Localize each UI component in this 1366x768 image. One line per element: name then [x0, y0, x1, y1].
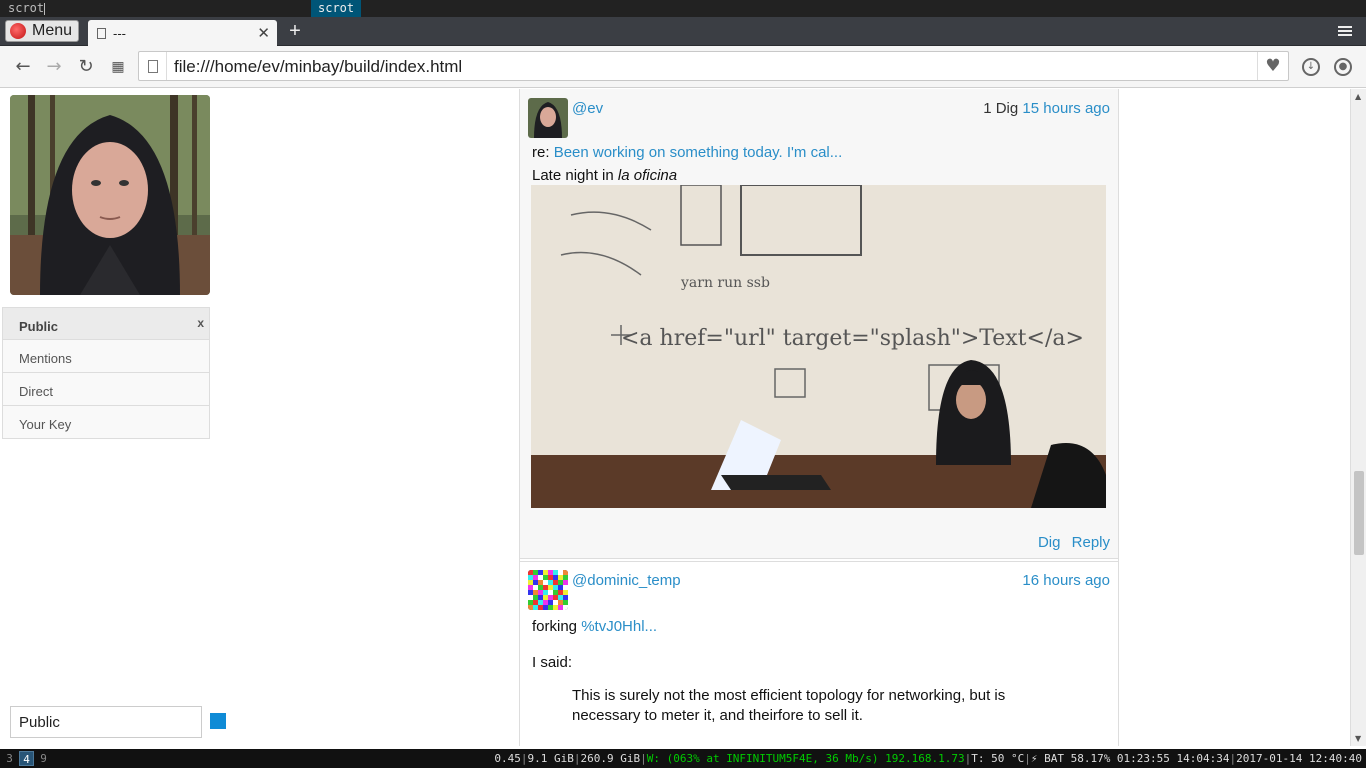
tab-close-icon[interactable]: ✕ — [257, 24, 270, 42]
status-text: 0.45|9.1 GiB|260.9 GiB|W: (063% at INFIN… — [494, 752, 1362, 765]
sidebar-item-public[interactable]: Public x — [2, 307, 210, 340]
reload-icon[interactable]: ↻ — [75, 56, 97, 78]
page-icon — [148, 60, 158, 73]
post-image[interactable]: <a href="url" target="splash">Text</a> y… — [531, 185, 1106, 508]
sidebar-item-label: Direct — [19, 384, 53, 399]
close-channel-icon[interactable]: x — [197, 316, 204, 330]
page-viewport: Public x Mentions Direct Your Key @ev — [0, 89, 1350, 746]
disk: 260.9 GiB — [580, 752, 641, 765]
post: @dominic_temp 16 hours ago forking %tvJ0… — [520, 561, 1118, 746]
post-timestamp[interactable]: 16 hours ago — [1022, 572, 1110, 589]
dmenu-bar: scrot scrot — [0, 0, 1366, 17]
workspace-button-active[interactable]: 4 — [19, 751, 34, 766]
document-icon — [97, 27, 106, 39]
dmenu-match-item[interactable]: scrot — [311, 0, 362, 17]
reply-button[interactable]: Reply — [1072, 534, 1110, 551]
url-text[interactable]: file:///home/ev/minbay/build/index.html — [174, 57, 462, 77]
dig-count: 1 Dig — [983, 100, 1019, 117]
temperature: T: 50 °C — [971, 752, 1025, 765]
post-text: forking %tvJ0Hhl... — [532, 618, 657, 635]
said-label: I said: — [532, 654, 573, 671]
workspace-button[interactable]: 3 — [2, 751, 17, 766]
opera-logo-icon — [10, 23, 26, 39]
channel-input[interactable] — [10, 706, 202, 738]
scroll-down-icon[interactable]: ▼ — [1355, 734, 1361, 743]
tab-menu-icon[interactable] — [1338, 26, 1352, 38]
forward-icon[interactable]: → — [43, 56, 65, 78]
reply-link[interactable]: Been working on something today. I'm cal… — [554, 144, 843, 161]
page-scrollbar[interactable]: ▲ ▼ — [1350, 89, 1366, 746]
wifi-status: W: (063% at INFINITUM5F4E, 36 Mb/s) 192.… — [646, 752, 965, 765]
post-actions: Dig Reply — [1031, 534, 1110, 551]
status-bar: 3 4 9 0.45|9.1 GiB|260.9 GiB|W: (063% at… — [0, 749, 1366, 768]
battery: ⚡ BAT 58.17% 01:23:55 14:04:34 — [1030, 752, 1230, 765]
tab-strip: Menu --- ✕ + — [0, 17, 1366, 46]
bookmark-heart-icon[interactable]: ♥ — [1257, 52, 1288, 80]
sidebar-nav: Public x Mentions Direct Your Key — [2, 307, 210, 439]
post-text-prefix: forking — [532, 618, 582, 635]
svg-text:<a href="url" target="splash">: <a href="url" target="splash">Text</a> — [621, 326, 1084, 351]
post-text-main: Late night in — [532, 167, 618, 184]
sidebar-item-label: Mentions — [19, 351, 72, 366]
sidebar-item-label: Public — [19, 319, 59, 334]
dig-button[interactable]: Dig — [1038, 534, 1061, 551]
account-icon[interactable]: ● — [1334, 58, 1352, 76]
workspace-button[interactable]: 9 — [36, 751, 51, 766]
navigation-bar: ← → ↻ ▦ file:///home/ev/minbay/build/ind… — [0, 46, 1366, 88]
browser-tab[interactable]: --- ✕ — [88, 20, 277, 46]
post-text-italic: la oficina — [617, 167, 678, 184]
speed-dial-icon[interactable]: ▦ — [107, 56, 129, 78]
post: @ev 1 Dig 15 hours ago re: Been working … — [520, 89, 1118, 559]
menu-label: Menu — [32, 22, 73, 39]
post-meta: 16 hours ago — [1022, 572, 1110, 589]
browser-menu-button[interactable]: Menu — [5, 20, 79, 42]
scroll-thumb[interactable] — [1354, 471, 1364, 555]
load-average: 0.45 — [494, 752, 521, 765]
reply-prefix: re: — [532, 144, 550, 161]
author-avatar[interactable] — [528, 98, 568, 138]
svg-text:yarn run ssb: yarn run ssb — [680, 275, 770, 291]
sidebar-item-label: Your Key — [19, 417, 72, 432]
reply-context: re: Been working on something today. I'm… — [532, 144, 842, 161]
post-text: Late night in la oficina — [532, 167, 677, 184]
post-author[interactable]: @dominic_temp — [572, 572, 681, 589]
download-icon[interactable]: ↓ — [1302, 58, 1320, 76]
new-tab-button[interactable]: + — [286, 20, 304, 42]
message-feed: @ev 1 Dig 15 hours ago re: Been working … — [519, 89, 1119, 746]
tab-title: --- — [113, 25, 126, 41]
address-bar[interactable]: file:///home/ev/minbay/build/index.html … — [138, 51, 1289, 81]
fork-link[interactable]: %tvJ0Hhl... — [581, 618, 657, 635]
memory: 9.1 GiB — [527, 752, 574, 765]
scroll-up-icon[interactable]: ▲ — [1355, 92, 1361, 101]
post-meta: 1 Dig 15 hours ago — [983, 100, 1110, 117]
post-timestamp[interactable]: 15 hours ago — [1022, 100, 1110, 117]
post-author[interactable]: @ev — [572, 100, 603, 117]
author-avatar[interactable] — [528, 570, 568, 610]
channel-color-swatch[interactable] — [210, 713, 226, 729]
profile-avatar[interactable] — [10, 95, 210, 295]
back-icon[interactable]: ← — [12, 56, 34, 78]
post-quote: This is surely not the most efficient to… — [572, 687, 1006, 724]
sidebar-item-direct[interactable]: Direct — [2, 373, 210, 406]
sidebar-item-your-key[interactable]: Your Key — [2, 406, 210, 439]
datetime: 2017-01-14 12:40:40 — [1236, 752, 1362, 765]
sidebar-item-mentions[interactable]: Mentions — [2, 340, 210, 373]
dmenu-input[interactable]: scrot — [8, 1, 46, 15]
